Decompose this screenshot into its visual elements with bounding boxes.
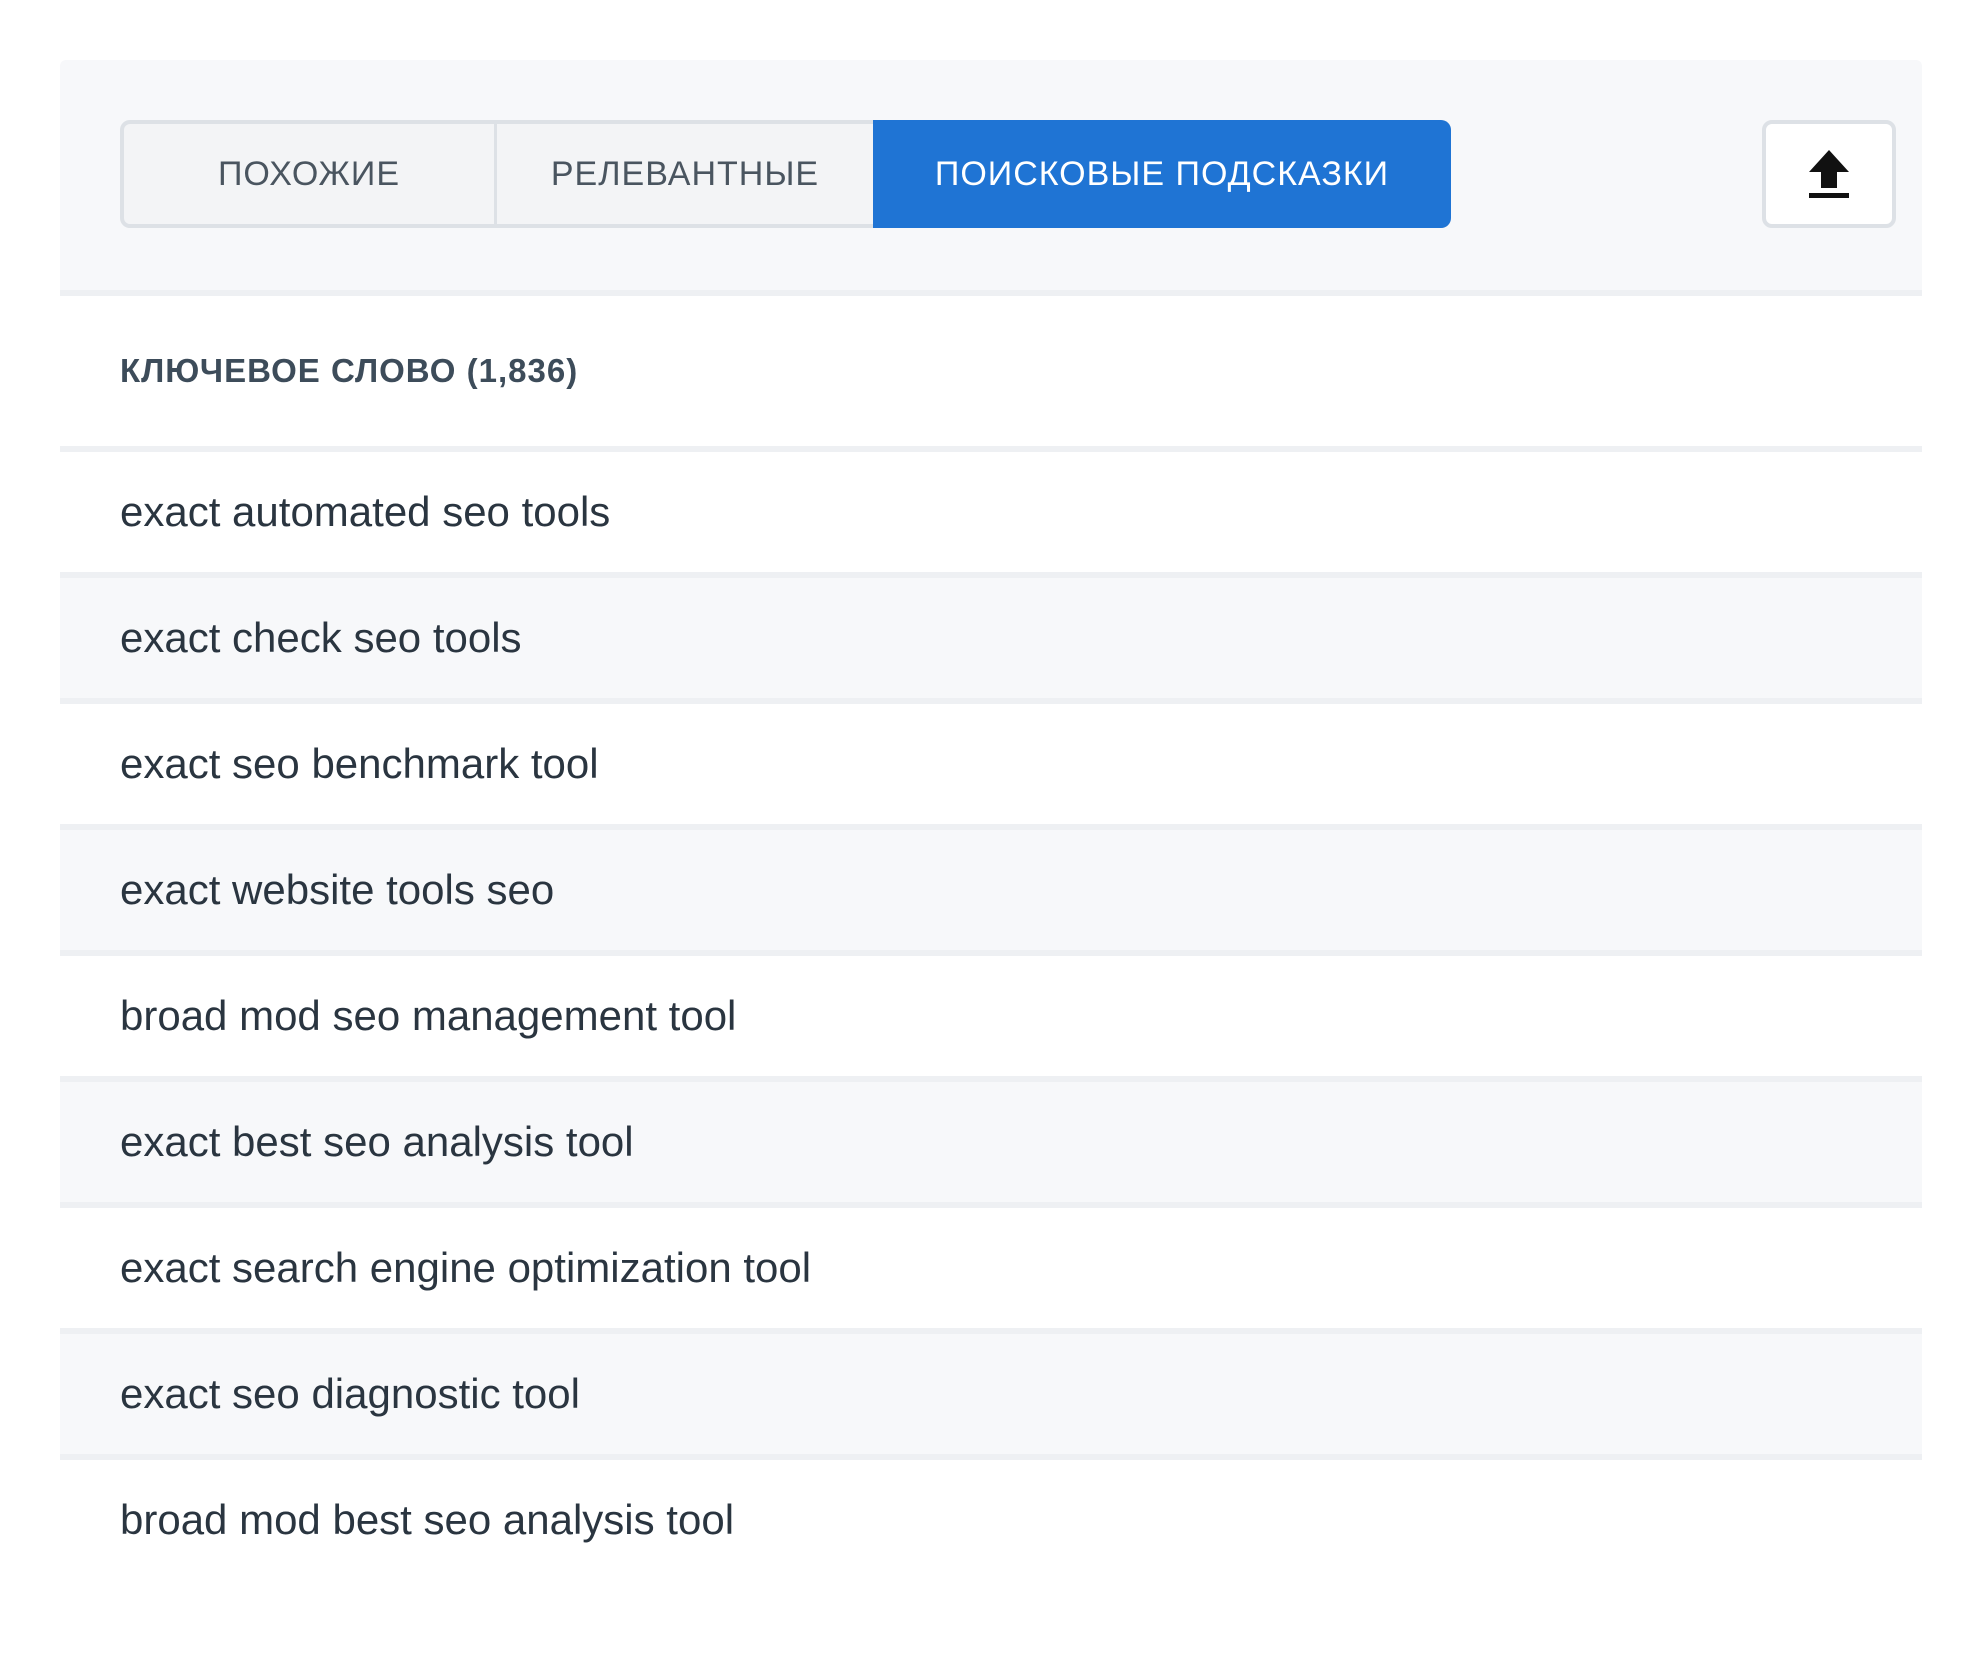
table-row[interactable]: exact check seo tools bbox=[60, 572, 1922, 698]
tab-similar[interactable]: ПОХОЖИЕ bbox=[124, 124, 497, 224]
keyword-cell: exact website tools seo bbox=[120, 866, 555, 913]
keyword-cell: exact search engine optimization tool bbox=[120, 1244, 812, 1291]
export-button[interactable] bbox=[1762, 120, 1896, 228]
keyword-header-label: КЛЮЧЕВОЕ СЛОВО bbox=[120, 352, 457, 389]
keyword-cell: exact automated seo tools bbox=[120, 488, 611, 535]
keyword-cell: broad mod seo management tool bbox=[120, 992, 737, 1039]
tab-search-suggestions[interactable]: ПОИСКОВЫЕ ПОДСКАЗКИ bbox=[873, 120, 1451, 228]
tab-relevant[interactable]: РЕЛЕВАНТНЫЕ bbox=[497, 124, 873, 224]
keyword-column-header[interactable]: КЛЮЧЕВОЕ СЛОВО (1,836) bbox=[60, 296, 1922, 446]
table-row[interactable]: broad mod best seo analysis tool bbox=[60, 1454, 1922, 1580]
toolbar: ПОХОЖИЕ РЕЛЕВАНТНЫЕ ПОИСКОВЫЕ ПОДСКАЗКИ bbox=[60, 60, 1922, 290]
keyword-cell: exact seo diagnostic tool bbox=[120, 1370, 580, 1417]
keyword-cell: exact check seo tools bbox=[120, 614, 522, 661]
upload-icon bbox=[1809, 150, 1849, 198]
table-row[interactable]: exact seo diagnostic tool bbox=[60, 1328, 1922, 1454]
table-row[interactable]: exact best seo analysis tool bbox=[60, 1076, 1922, 1202]
keyword-cell: exact seo benchmark tool bbox=[120, 740, 599, 787]
keyword-count: (1,836) bbox=[466, 352, 579, 389]
keyword-cell: exact best seo analysis tool bbox=[120, 1118, 634, 1165]
table-row[interactable]: exact automated seo tools bbox=[60, 452, 1922, 572]
table-row[interactable]: broad mod seo management tool bbox=[60, 950, 1922, 1076]
table-row[interactable]: exact seo benchmark tool bbox=[60, 698, 1922, 824]
table-row[interactable]: exact website tools seo bbox=[60, 824, 1922, 950]
keyword-cell: broad mod best seo analysis tool bbox=[120, 1496, 735, 1543]
table-row[interactable]: exact search engine optimization tool bbox=[60, 1202, 1922, 1328]
tab-group: ПОХОЖИЕ РЕЛЕВАНТНЫЕ ПОИСКОВЫЕ ПОДСКАЗКИ bbox=[120, 120, 1451, 228]
keywords-panel: ПОХОЖИЕ РЕЛЕВАНТНЫЕ ПОИСКОВЫЕ ПОДСКАЗКИ … bbox=[60, 60, 1922, 1580]
